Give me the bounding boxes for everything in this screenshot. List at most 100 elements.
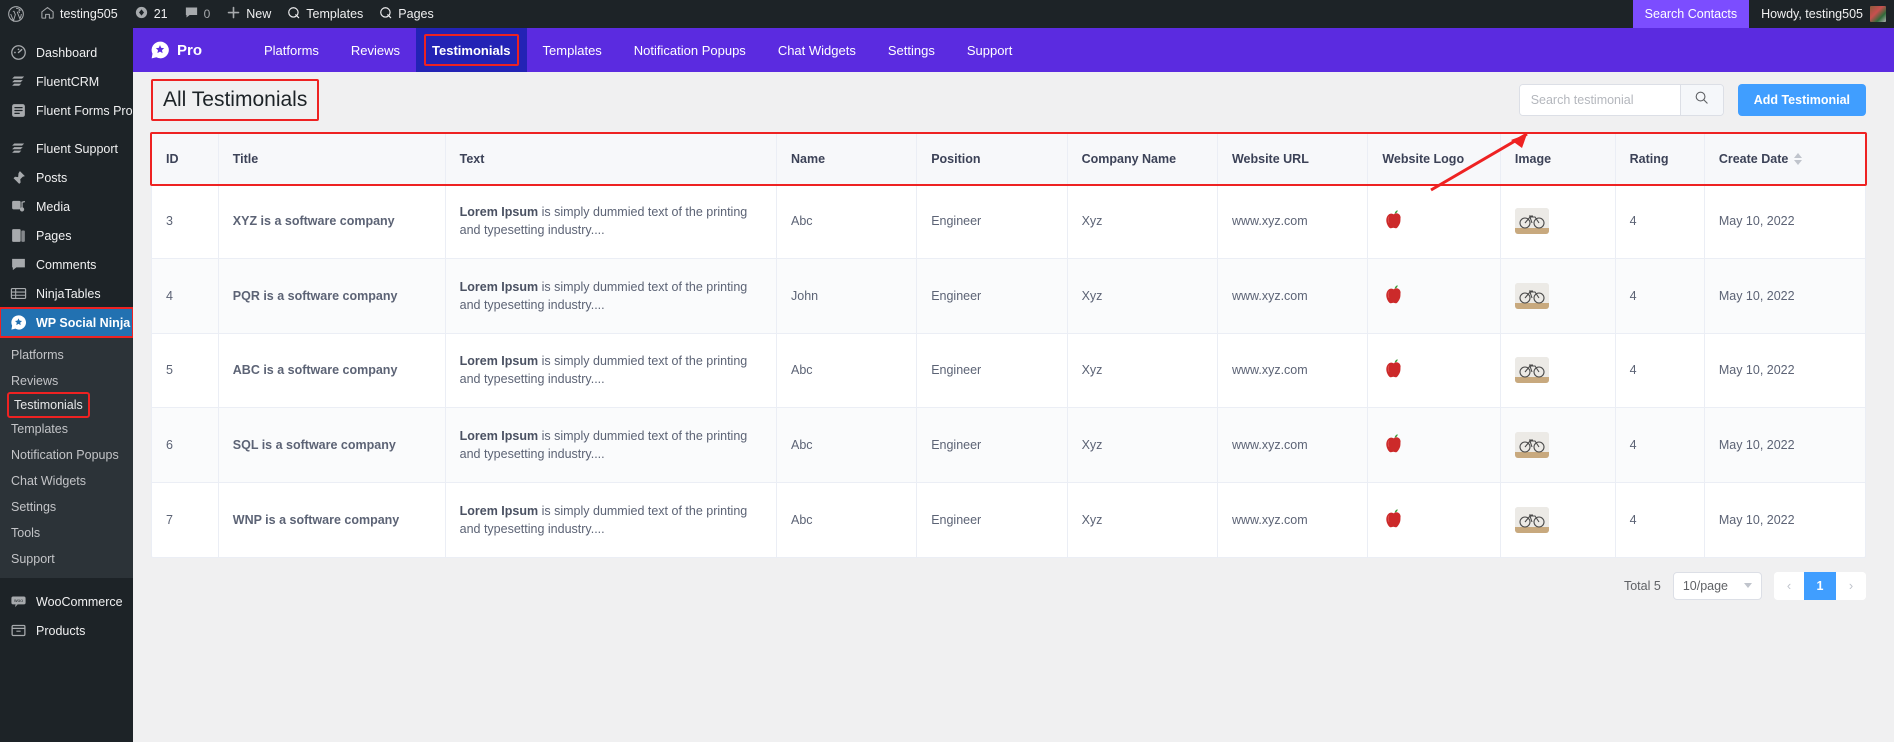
fluent-support-icon [9, 140, 27, 158]
col-create-date[interactable]: Create Date [1704, 134, 1865, 185]
cell-website-logo [1367, 258, 1501, 334]
table-row[interactable]: 3 XYZ is a software company Lorem Ipsum is… [152, 184, 1865, 260]
sidebar-item-fluentcrm[interactable]: FluentCRM [0, 67, 133, 96]
tab-support[interactable]: Support [951, 28, 1029, 72]
tab-label: Platforms [264, 42, 319, 58]
wp-logo-menu[interactable] [0, 0, 32, 28]
pagination: ‹ 1 › [1774, 571, 1866, 600]
col-website-url[interactable]: Website URL [1217, 134, 1369, 185]
col-title[interactable]: Title [218, 134, 446, 185]
cell-website-url: www.xyz.com [1217, 184, 1369, 260]
tab-templates[interactable]: Templates [527, 28, 618, 72]
sidebar-item-media[interactable]: Media [0, 192, 133, 221]
prev-page-button[interactable]: ‹ [1774, 571, 1804, 600]
submenu-item-chat-widgets[interactable]: Chat Widgets [0, 468, 133, 494]
plus-icon [226, 5, 241, 23]
cell-position: Engineer [916, 258, 1068, 334]
col-text[interactable]: Text [445, 134, 778, 185]
col-id[interactable]: ID [152, 134, 219, 185]
account-menu[interactable]: Howdy, testing505 [1749, 6, 1894, 22]
sidebar-item-woocommerce[interactable]: woo WooCommerce [0, 587, 133, 616]
cell-id: 4 [152, 258, 219, 334]
sidebar-item-fluent-forms-pro[interactable]: Fluent Forms Pro [0, 96, 133, 125]
search-button[interactable] [1679, 85, 1723, 115]
next-page-button[interactable]: › [1836, 571, 1866, 600]
per-page-select[interactable]: 10/page [1672, 571, 1762, 600]
cell-name: Abc [776, 184, 918, 260]
cell-id: 3 [152, 184, 219, 260]
sidebar-item-posts[interactable]: Posts [0, 163, 133, 192]
col-company-name[interactable]: Company Name [1067, 134, 1218, 185]
cell-website-logo [1367, 407, 1501, 483]
search-group [1518, 84, 1724, 116]
navbar-tabs: Platforms Reviews Testimonials Templates… [248, 28, 1028, 72]
cell-text: Lorem Ipsum is simply dummied text of th… [445, 407, 778, 483]
comments-menu[interactable]: 0 [176, 0, 219, 28]
updates-menu[interactable]: 21 [126, 0, 176, 28]
table-row[interactable]: 5 ABC is a software company Lorem Ipsum is… [152, 333, 1865, 409]
submenu-item-testimonials[interactable]: Testimonials [7, 392, 90, 418]
sidebar-item-label: WooCommerce [36, 594, 123, 609]
sidebar-item-pages[interactable]: Pages [0, 221, 133, 250]
submenu-item-support[interactable]: Support [0, 546, 133, 572]
submenu-item-platforms[interactable]: Platforms [0, 342, 133, 368]
tab-reviews[interactable]: Reviews [335, 28, 416, 72]
admin-sidebar: Dashboard FluentCRM Fluent Forms Pro Flu… [0, 28, 133, 742]
pages-icon [9, 227, 27, 245]
tab-label: Settings [887, 42, 935, 58]
cell-website-logo [1367, 333, 1501, 409]
sidebar-item-dashboard[interactable]: Dashboard [0, 38, 133, 67]
sidebar-item-wp-social-ninja[interactable]: WP Social Ninja [0, 307, 133, 338]
tab-testimonials[interactable]: Testimonials [416, 28, 527, 72]
col-rating[interactable]: Rating [1615, 134, 1705, 185]
search-contacts-button[interactable]: Search Contacts [1632, 0, 1750, 28]
sidebar-primary-menu: Dashboard FluentCRM Fluent Forms Pro Flu… [0, 28, 133, 645]
sidebar-item-products[interactable]: Products [0, 616, 133, 645]
table-row[interactable]: 6 SQL is a software company Lorem Ipsum is… [152, 407, 1865, 483]
sidebar-item-label: Posts [36, 170, 68, 185]
cell-rating: 4 [1615, 333, 1705, 409]
new-content-menu[interactable]: New [218, 0, 279, 28]
tab-label: Notification Popups [633, 42, 746, 58]
table-row[interactable]: 7 WNP is a software company Lorem Ipsum is… [152, 482, 1865, 557]
tab-notification-popups[interactable]: Notification Popups [618, 28, 762, 72]
sidebar-item-label: WP Social Ninja [36, 315, 131, 330]
cell-create-date: May 10, 2022 [1704, 258, 1865, 334]
submenu-item-templates[interactable]: Templates [0, 416, 133, 442]
col-position[interactable]: Position [916, 134, 1068, 185]
woocommerce-icon: woo [9, 593, 27, 611]
table-header-row: ID Title Text Name Position Company Name… [152, 134, 1865, 185]
submenu-item-settings[interactable]: Settings [0, 494, 133, 520]
col-name[interactable]: Name [776, 134, 918, 185]
table-body: 3 XYZ is a software company Lorem Ipsum is… [152, 184, 1865, 557]
tab-label: Testimonials [432, 42, 511, 58]
submenu-item-notification-popups[interactable]: Notification Popups [0, 442, 133, 468]
cell-website-logo [1367, 184, 1501, 260]
adminbar-templates-menu[interactable]: Templates [279, 0, 371, 28]
cell-name: Abc [776, 333, 918, 409]
wp-social-ninja-badge-icon [150, 40, 170, 60]
site-name-menu[interactable]: testing505 [32, 0, 126, 28]
tab-chat-widgets[interactable]: Chat Widgets [762, 28, 872, 72]
col-image[interactable]: Image [1500, 134, 1616, 185]
submenu-item-reviews[interactable]: Reviews [0, 368, 133, 394]
sort-caret-icon[interactable] [1794, 152, 1803, 165]
cell-website-url: www.xyz.com [1217, 407, 1369, 483]
cell-id: 6 [152, 407, 219, 483]
submenu-item-tools[interactable]: Tools [0, 520, 133, 546]
table-row[interactable]: 4 PQR is a software company Lorem Ipsum is… [152, 258, 1865, 334]
add-testimonial-button[interactable]: Add Testimonial [1737, 84, 1866, 116]
tab-label: Templates [542, 42, 602, 58]
page-number-1[interactable]: 1 [1804, 571, 1836, 600]
sidebar-item-ninjatables[interactable]: NinjaTables [0, 279, 133, 308]
apple-thumbnail-icon [1382, 509, 1406, 528]
sidebar-item-fluent-support[interactable]: Fluent Support [0, 134, 133, 163]
sidebar-item-label: Fluent Support [36, 141, 118, 156]
sidebar-item-comments[interactable]: Comments [0, 250, 133, 279]
tab-settings[interactable]: Settings [872, 28, 951, 72]
search-input[interactable] [1519, 85, 1680, 115]
col-website-logo[interactable]: Website Logo [1367, 134, 1501, 185]
adminbar-pages-menu[interactable]: Pages [371, 0, 441, 28]
tab-platforms[interactable]: Platforms [248, 28, 335, 72]
apple-thumbnail-icon [1382, 434, 1406, 453]
